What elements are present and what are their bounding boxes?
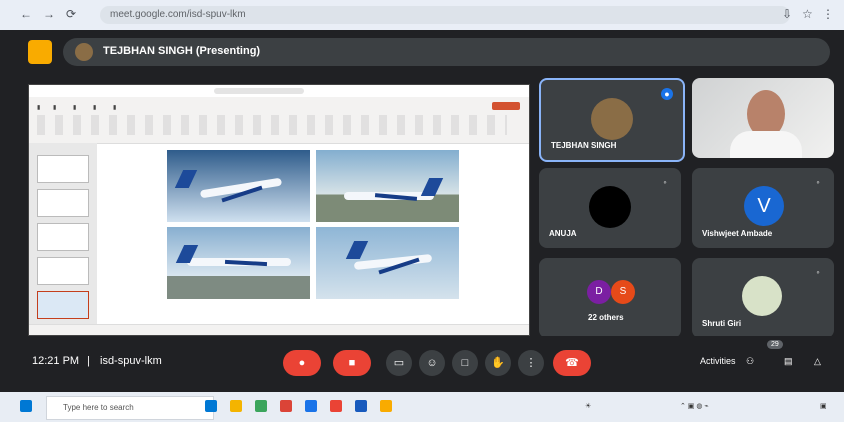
participant-tile-anuja[interactable]: ◦ ANUJA — [539, 168, 681, 248]
ppt-tab-file: ▮ — [37, 105, 41, 111]
mic-muted-icon: ◦ — [816, 267, 820, 277]
meeting-controls: 12:21 PM | isd-spuv-lkm ● ■ ▭ ☺ □ ✋ ⋮ ☎ … — [18, 336, 844, 392]
ppt-statusbar — [29, 324, 529, 335]
taskbar-app-icon[interactable] — [230, 400, 242, 412]
reload-icon[interactable]: ⟳ — [66, 7, 76, 21]
meeting-time: 12:21 PM — [32, 355, 80, 367]
forward-icon[interactable]: → — [43, 7, 55, 21]
taskbar-app-icon[interactable] — [280, 400, 292, 412]
menu-icon[interactable]: ⋮ — [822, 7, 834, 21]
download-icon[interactable]: ⇩ — [782, 7, 792, 21]
tools-icon[interactable]: △ — [814, 356, 821, 367]
people-icon[interactable]: ⚇ — [746, 356, 754, 367]
participant-tile-shruti[interactable]: ◦ Shruti Giri — [692, 258, 834, 338]
participant-avatar: V — [744, 186, 784, 226]
ppt-tab-insert: ▮ — [73, 105, 77, 111]
more-options-button[interactable]: ⋮ — [518, 350, 544, 376]
participant-name: Vishwjeet Ambade — [702, 229, 773, 238]
hand-button[interactable]: ✋ — [485, 350, 511, 376]
meet-window: TEJBHAN SINGH (Presenting) ▮ ▮ ▮ ▮ ▮ ● T… — [18, 30, 844, 392]
powerpoint-ribbon: ▮ ▮ ▮ ▮ ▮ — [29, 85, 529, 144]
camera-button[interactable]: ■ — [333, 350, 371, 376]
participant-name: TEJBHAN SINGH — [551, 141, 617, 150]
windows-taskbar: Type here to search ☀ ⌃ ▣ ◍ ⌁ ▣ — [0, 392, 844, 422]
url-bar[interactable]: meet.google.com/isd-spuv-lkm — [100, 6, 790, 24]
avatar-initial-d: D — [587, 280, 611, 304]
back-icon[interactable]: ← — [20, 7, 32, 21]
browser-toolbar: ← → ⟳ meet.google.com/isd-spuv-lkm ⇩ ☆ ⋮ — [0, 0, 844, 30]
weather-icon[interactable]: ☀ — [585, 402, 591, 410]
participant-avatar — [591, 98, 633, 140]
captions-button[interactable]: ▭ — [386, 350, 412, 376]
participant-tile-vishwjeet[interactable]: ◦ V Vishwjeet Ambade — [692, 168, 834, 248]
taskbar-app-icon[interactable] — [205, 400, 217, 412]
thumbnail — [37, 189, 89, 217]
participant-tile-tejbhan[interactable]: ● TEJBHAN SINGH — [539, 78, 685, 162]
participant-name: ANUJA — [549, 229, 577, 238]
microphone-button[interactable]: ● — [283, 350, 321, 376]
participant-tile-others[interactable]: D S 22 others — [539, 258, 681, 338]
ppt-tab-draw: ▮ — [93, 105, 97, 111]
ribbon-controls — [37, 115, 507, 135]
taskbar-app-icon[interactable] — [355, 400, 367, 412]
thumbnail — [37, 223, 89, 251]
meeting-code: isd-spuv-lkm — [100, 355, 162, 367]
taskbar-app-icon[interactable] — [255, 400, 267, 412]
plane-image-3 — [167, 227, 310, 299]
meet-logo-icon — [28, 40, 52, 64]
count-badge: 29 — [767, 340, 783, 349]
plane-image-2 — [316, 150, 459, 222]
taskbar-app-icon[interactable] — [330, 400, 342, 412]
present-button[interactable]: □ — [452, 350, 478, 376]
participant-avatar — [589, 186, 631, 228]
plane-image-4 — [316, 227, 459, 299]
participant-name: Shruti Giri — [702, 319, 742, 328]
participant-name: 22 others — [588, 313, 624, 322]
plane-image-1 — [167, 150, 310, 222]
presenter-banner: TEJBHAN SINGH (Presenting) — [63, 38, 830, 66]
taskbar-app-icon[interactable] — [305, 400, 317, 412]
emoji-button[interactable]: ☺ — [419, 350, 445, 376]
ppt-tab-home: ▮ — [53, 105, 57, 111]
chat-icon[interactable]: ▤ — [784, 356, 793, 367]
star-icon[interactable]: ☆ — [802, 7, 813, 21]
thumbnail-selected — [37, 291, 89, 319]
ppt-search-box — [214, 88, 304, 94]
meeting-separator: | — [87, 355, 90, 367]
ppt-tab-design: ▮ — [113, 105, 117, 111]
leave-call-button[interactable]: ☎ — [553, 350, 591, 376]
thumbnail — [37, 257, 89, 285]
presenter-avatar — [75, 43, 93, 61]
notification-icon[interactable]: ▣ — [820, 402, 827, 410]
thumbnail — [37, 155, 89, 183]
system-tray-icons[interactable]: ⌃ ▣ ◍ ⌁ — [680, 402, 709, 410]
slide-thumbnails — [29, 143, 97, 335]
avatar-initial-s: S — [611, 280, 635, 304]
activities-label: Activities — [700, 356, 736, 366]
taskbar-app-icon[interactable] — [380, 400, 392, 412]
windows-start-icon[interactable] — [20, 400, 32, 412]
slide-canvas — [167, 150, 465, 301]
shared-screen: ▮ ▮ ▮ ▮ ▮ — [28, 84, 530, 336]
participant-avatar — [742, 276, 782, 316]
mic-muted-icon: ◦ — [663, 177, 667, 187]
participant-video-shirt — [730, 131, 802, 158]
taskbar-search[interactable]: Type here to search — [46, 396, 214, 420]
mic-active-icon: ● — [661, 88, 673, 100]
presenter-label: TEJBHAN SINGH (Presenting) — [103, 45, 261, 57]
ppt-share-button — [492, 102, 520, 110]
mic-muted-icon: ◦ — [816, 177, 820, 187]
participant-tile-video[interactable] — [692, 78, 834, 158]
